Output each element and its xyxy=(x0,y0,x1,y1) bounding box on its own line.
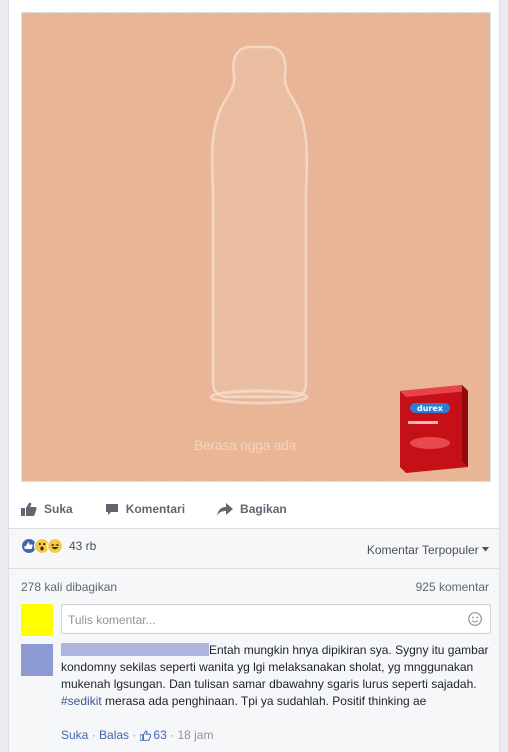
comments-section xyxy=(9,529,499,752)
comment-meta: Suka · Balas · 63 · 18 jam xyxy=(61,728,213,742)
comment-button[interactable]: Komentari xyxy=(105,498,185,520)
comment-reply-link[interactable]: Balas xyxy=(99,728,129,742)
commenter-avatar[interactable] xyxy=(21,644,53,676)
comment-icon xyxy=(105,503,118,515)
ad-caption: Berasa ngga ada xyxy=(194,437,297,453)
current-user-avatar xyxy=(21,604,53,636)
comment-label: Komentari xyxy=(125,502,186,516)
stats-divider xyxy=(9,568,499,569)
ad-image: durex Berasa ngga ada xyxy=(22,13,490,481)
svg-text:durex: durex xyxy=(417,404,444,413)
commenter-name-redacted[interactable] xyxy=(61,643,209,656)
share-label: Bagikan xyxy=(240,502,287,516)
share-button[interactable]: Bagikan xyxy=(217,498,287,520)
post-card: durex Berasa ngga ada Suka Komentari Bag… xyxy=(8,0,500,752)
meta-sep: · xyxy=(129,728,137,742)
like-label: Suka xyxy=(44,502,73,516)
post-actions: Suka Komentari Bagikan xyxy=(21,498,491,520)
condom-illustration: durex xyxy=(22,13,490,481)
meta-sep: · xyxy=(166,728,178,742)
comment-time[interactable]: 18 jam xyxy=(177,728,213,742)
thumbs-up-icon xyxy=(140,730,152,741)
comment-like-link[interactable]: Suka xyxy=(61,728,88,742)
thumbs-up-icon xyxy=(21,502,37,516)
comment-sort-dropdown[interactable]: Komentar Terpopuler xyxy=(367,543,489,557)
emoji-icon[interactable] xyxy=(468,612,482,626)
meta-sep: · xyxy=(88,728,100,742)
reactions-summary[interactable]: 43 rb xyxy=(21,538,96,554)
comment-like-count[interactable]: 63 xyxy=(140,728,167,742)
post-photo[interactable]: durex Berasa ngga ada xyxy=(21,12,491,482)
hashtag-link[interactable]: #sedikit xyxy=(61,694,102,708)
share-count[interactable]: 278 kali dibagikan xyxy=(21,580,117,594)
haha-icon xyxy=(47,538,63,554)
sort-label: Komentar Terpopuler xyxy=(366,543,479,557)
comment-placeholder: Tulis komentar... xyxy=(68,613,156,627)
comment-count[interactable]: 925 komentar xyxy=(416,580,489,594)
comment-like-number: 63 xyxy=(153,728,167,742)
comment-text-end: merasa ada penghinaan. Tpi ya sudahlah. … xyxy=(101,694,427,708)
like-button[interactable]: Suka xyxy=(21,498,73,520)
comment-input[interactable]: Tulis komentar... xyxy=(61,604,491,634)
reaction-count: 43 rb xyxy=(69,539,97,553)
durex-box: durex xyxy=(400,385,468,473)
caret-down-icon xyxy=(482,547,489,552)
comment-body: Entah mungkin hnya dipikiran sya. Sygny … xyxy=(61,642,493,710)
share-icon xyxy=(217,502,234,516)
